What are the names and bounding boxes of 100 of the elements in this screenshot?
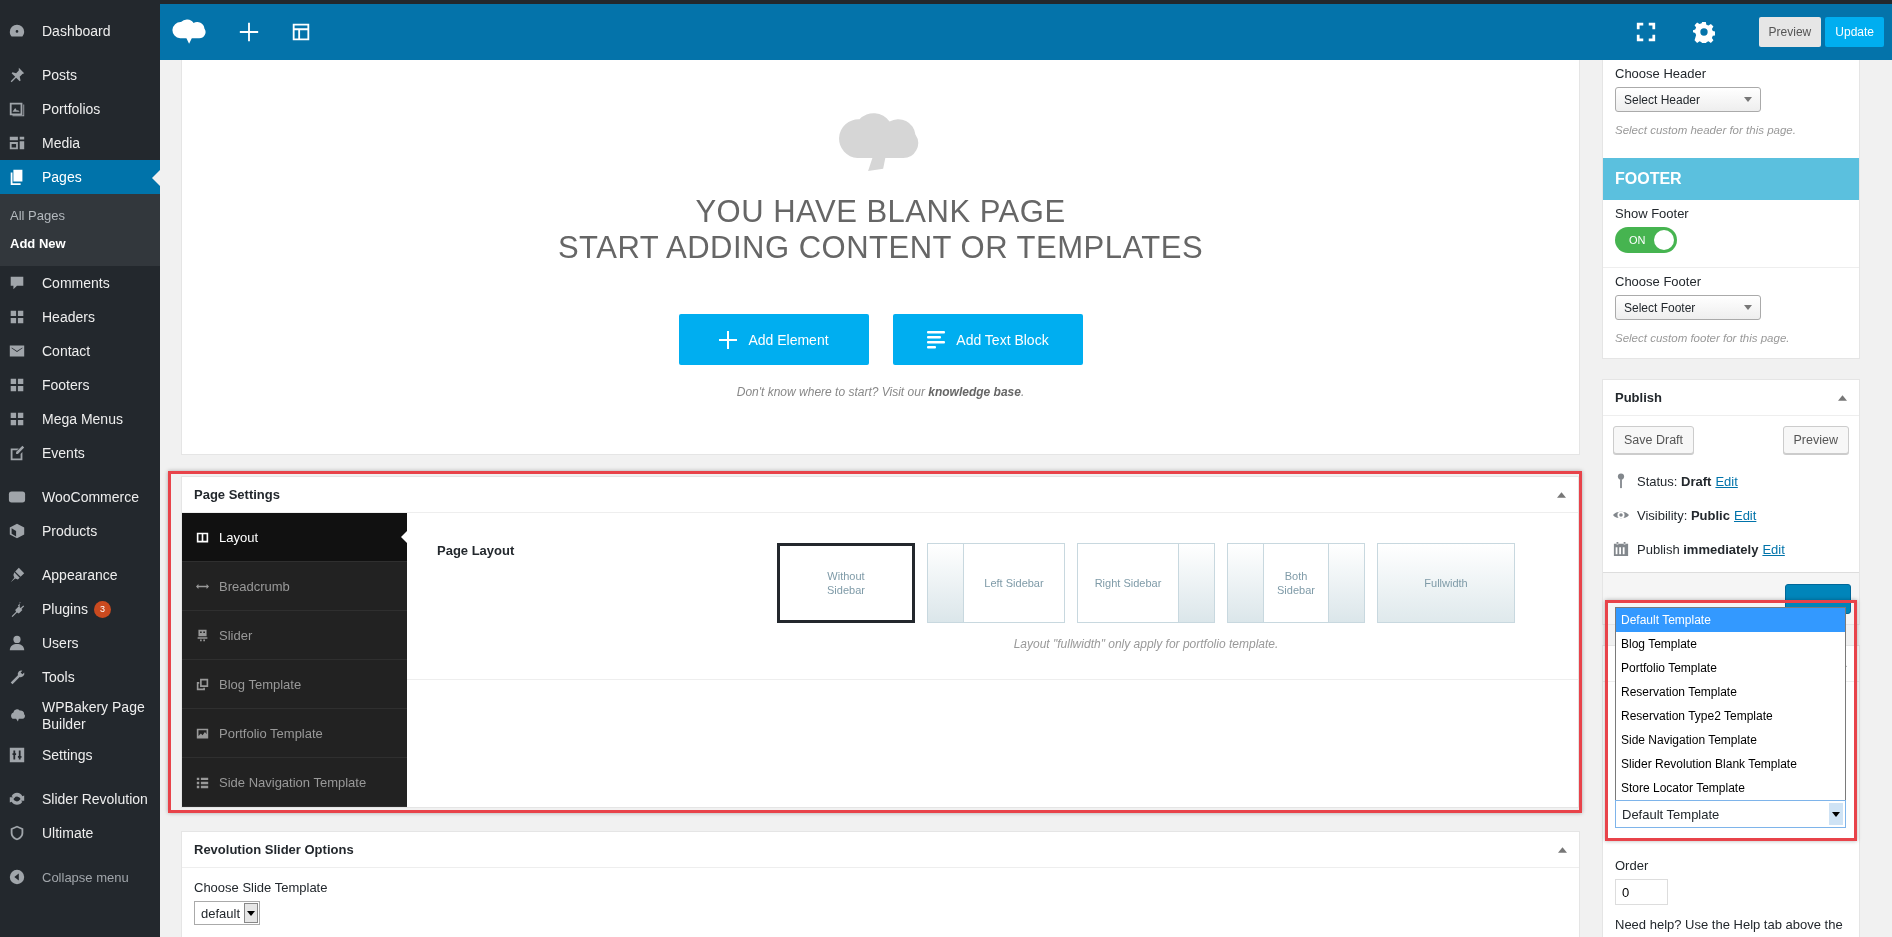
blank-page-heading: YOU HAVE BLANK PAGE START ADDING CONTENT OR TEMPLATES	[557, 194, 1204, 266]
submenu-item[interactable]: Add New	[0, 230, 160, 258]
dropdown-option[interactable]: Portfolio Template	[1616, 656, 1845, 680]
help-text: Select custom header for this page.	[1615, 124, 1797, 136]
settings-tab[interactable]: Layout	[182, 513, 407, 562]
slide-template-select[interactable]: default	[194, 901, 261, 925]
add-icon	[718, 329, 739, 350]
sidebar-item[interactable]: Portfolios	[0, 92, 160, 126]
sidebar-item[interactable]: Footers	[0, 368, 160, 402]
settings-tab[interactable]: Breadcrumb	[182, 562, 407, 611]
dropdown-option[interactable]: Side Navigation Template	[1616, 728, 1845, 752]
collapse-menu-button[interactable]: Collapse menu	[0, 860, 160, 894]
sidebar-item[interactable]: WooCommerce	[0, 480, 160, 514]
brush-icon	[8, 566, 26, 584]
edit-link[interactable]: Edit	[1762, 541, 1785, 557]
image-icon	[8, 100, 26, 118]
add-icon	[238, 21, 260, 43]
grid-icon	[8, 308, 26, 326]
columns-icon	[196, 530, 209, 544]
calendar-icon	[1613, 541, 1629, 557]
field-label: Show Footer	[1615, 206, 1690, 221]
footer-select[interactable]: Select Footer	[1615, 295, 1761, 320]
box-icon	[8, 522, 26, 540]
status-text: Status: Draft	[1637, 473, 1712, 489]
comment-icon	[8, 274, 26, 292]
edit-link[interactable]: Edit	[1733, 507, 1757, 523]
collapse-arrow-icon	[1558, 846, 1567, 853]
grid-icon	[8, 410, 26, 428]
help-text: Need help? Use the Help tab above the	[1615, 917, 1844, 932]
collapse-arrow-icon	[1557, 491, 1566, 498]
field-label: Choose Header	[1615, 66, 1708, 81]
fullscreen-icon	[1634, 21, 1657, 43]
help-text: Select custom footer for this page.	[1615, 332, 1791, 344]
sliders-icon	[8, 746, 26, 764]
media-icon	[8, 134, 26, 152]
pin-icon	[8, 66, 26, 84]
template-select[interactable]: Default Template	[1615, 800, 1846, 828]
field-label: Page Layout	[437, 543, 516, 560]
status-text: Publish immediately	[1637, 541, 1759, 557]
order-field[interactable]: 0	[1615, 879, 1668, 905]
dropdown-option[interactable]: Slider Revolution Blank Template	[1616, 752, 1845, 776]
sidebar-item[interactable]: Comments	[0, 266, 160, 300]
sidebar-item[interactable]: Pages	[0, 160, 160, 194]
sidebar-item[interactable]: Products	[0, 514, 160, 548]
sidebar-item[interactable]: Dashboard	[0, 14, 160, 48]
settings-icon	[1692, 21, 1715, 43]
sidebar-item[interactable]: Slider Revolution	[0, 782, 160, 816]
header-select[interactable]: Select Header	[1615, 87, 1761, 112]
user-icon	[8, 634, 26, 652]
sidebar-item[interactable]: Headers	[0, 300, 160, 334]
edit-link[interactable]: Edit	[1715, 473, 1738, 489]
preview-button[interactable]: Preview	[1782, 426, 1849, 454]
dropdown-option[interactable]: Reservation Template	[1616, 680, 1845, 704]
sidebar-item[interactable]: WPBakery Page Builder	[0, 694, 160, 738]
note-text: Layout "fullwidth" only apply for portfolio template.	[1013, 637, 1279, 651]
cloud-logo	[172, 18, 208, 46]
sidebar-item[interactable]: Media	[0, 126, 160, 160]
status-text: Visibility: Public	[1637, 507, 1730, 523]
panel-title: Revolution Slider Options	[194, 842, 354, 857]
image-icon	[196, 726, 209, 740]
dropdown-option[interactable]: Store Locator Template	[1616, 776, 1845, 800]
caret-icon	[1744, 305, 1752, 310]
field-label: Order	[1615, 858, 1650, 873]
sidebar-item[interactable]: Plugins 3	[0, 592, 160, 626]
copy-icon	[196, 677, 209, 691]
settings-tab[interactable]: Portfolio Template	[182, 709, 407, 758]
layout-icon	[290, 21, 312, 43]
sidebar-item[interactable]: Settings	[0, 738, 160, 772]
save-draft-button[interactable]: Save Draft	[1613, 426, 1695, 454]
edit-icon	[8, 444, 26, 462]
settings-tab[interactable]: Slider	[182, 611, 407, 660]
panel-title: Publish	[1615, 390, 1662, 405]
grid-icon	[8, 376, 26, 394]
field-label: Choose Footer	[1615, 274, 1702, 289]
sidebar-item[interactable]: Mega Menus	[0, 402, 160, 436]
shield-icon	[8, 824, 26, 842]
dropdown-option[interactable]: Blog Template	[1616, 632, 1845, 656]
panel-title: Page Settings	[194, 487, 280, 502]
sidebar-item[interactable]: Appearance	[0, 558, 160, 592]
sidebar-item[interactable]: Tools	[0, 660, 160, 694]
preview-button[interactable]: Preview	[1758, 17, 1822, 47]
collapse-arrow-icon	[1838, 394, 1847, 401]
count-badge: 3	[93, 600, 111, 618]
field-label: Choose Slide Template	[194, 880, 329, 895]
text-lines-icon	[926, 329, 947, 350]
submenu-item[interactable]: All Pages	[0, 202, 160, 230]
caret-icon	[1744, 97, 1752, 102]
settings-tab[interactable]: Blog Template	[182, 660, 407, 709]
sidebar-item[interactable]: Events	[0, 436, 160, 470]
collapse-icon	[8, 868, 26, 886]
list-icon	[196, 775, 209, 789]
sidebar-item[interactable]: Posts	[0, 58, 160, 92]
section-title: FOOTER	[1603, 158, 1859, 200]
dropdown-option[interactable]: Reservation Type2 Template	[1616, 704, 1845, 728]
help-text: Don't know where to start? Visit our knowledge base.	[736, 385, 1025, 399]
wrench-icon	[8, 668, 26, 686]
sidebar-item[interactable]: Users	[0, 626, 160, 660]
sidebar-item[interactable]: Ultimate	[0, 816, 160, 850]
settings-tab[interactable]: Side Navigation Template	[182, 758, 407, 807]
sidebar-item[interactable]: Contact	[0, 334, 160, 368]
